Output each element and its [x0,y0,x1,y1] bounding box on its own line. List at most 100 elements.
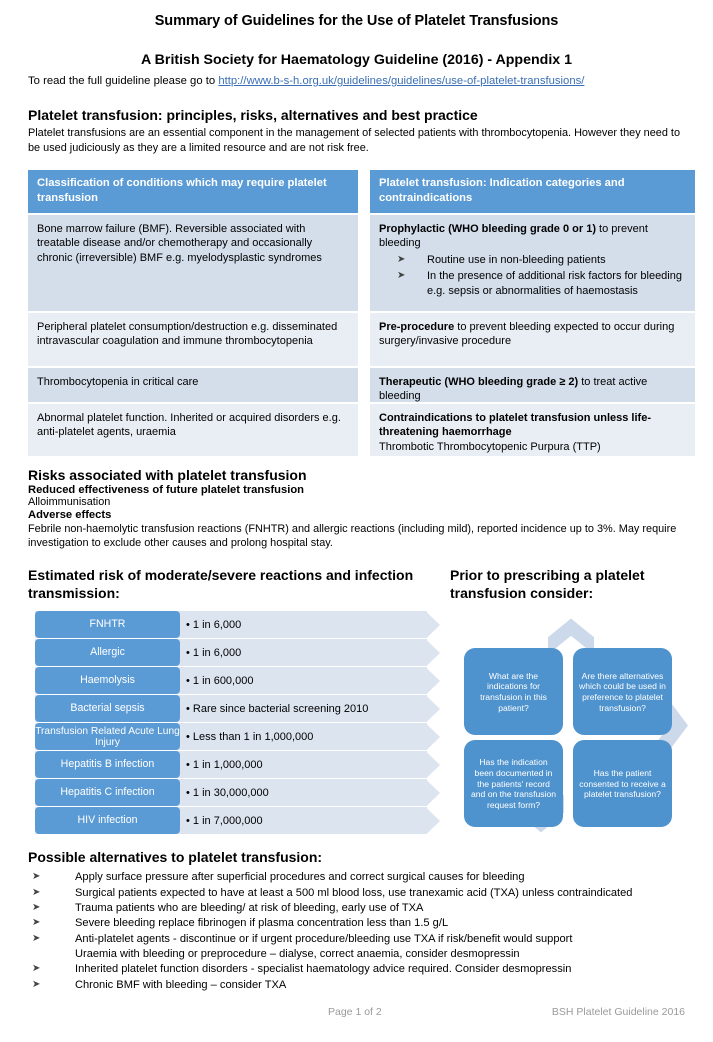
risk-arrow-row: Haemolysis • 1 in 600,000 [28,667,440,695]
risk-value: • 1 in 1,000,000 [186,758,263,771]
row-sublist: ➤ Routine use in non-bleeding patients ➤ I… [379,253,686,298]
list-item: ➤ Inherited platelet function disorders -… [28,962,685,977]
arrow-bullet-icon: ➤ [32,871,41,883]
page-footer: Page 1 of 2 BSH Platelet Guideline 2016 [28,1006,685,1018]
row-subtext: Thrombotic Thrombocytopenic Purpura (TTP… [379,441,601,454]
cycle-diagram: What are the indications for transfusion… [456,616,688,833]
link-prefix-text: To read the full guideline please go to [28,75,219,87]
alternatives-heading: Possible alternatives to platelet transf… [28,849,323,866]
risk-value: • Less than 1 in 1,000,000 [186,730,314,743]
list-item-label: Chronic BMF with bleeding – consider TXA [75,978,287,991]
risk-label: HIV infection [35,807,180,835]
risk-arrow-row: HIV infection • 1 in 7,000,000 [28,807,440,835]
risks-heading: Risks associated with platelet transfusi… [28,466,307,483]
table-row: Contraindications to platelet transfusio… [370,401,695,456]
guideline-link-line: To read the full guideline please go to … [28,68,685,88]
table-row: Pre-procedure to prevent bleeding expect… [370,310,695,366]
risk-value: • 1 in 6,000 [186,646,242,659]
arrow-tip-icon [426,611,440,639]
list-item: ➤ Surgical patients expected to have at l… [28,886,685,901]
footer-source-label: BSH Platelet Guideline 2016 [551,1006,685,1018]
risks-bold-1: Reduced effectiveness of future platelet… [28,483,305,496]
risk-label: Haemolysis [35,667,180,695]
row-bold-lead: Therapeutic (WHO bleeding grade ≥ 2) [379,375,579,388]
risk-label: Transfusion Related Acute Lung Injury [35,723,180,751]
table-row: Thrombocytopenia in critical care [28,365,358,402]
row-bold-lead: Contraindications to platelet transfusio… [379,411,651,439]
table-header-left: Classification of conditions which may r… [28,168,358,213]
list-item-label: Uraemia with bleeding or preprocedure – … [75,947,520,960]
row-bold-lead: Pre-procedure [379,320,455,333]
risk-arrow-row: Bacterial sepsis • Rare since bacterial … [28,695,440,723]
arrow-bullet-icon: ➤ [32,886,41,898]
risks-normal-1: Alloimmunisation [28,495,111,508]
cycle-box-consent: Has the patient consented to receive a p… [573,740,672,828]
arrow-tip-icon [426,667,440,695]
risk-label: FNHTR [35,611,180,639]
document-page: Summary of Guidelines for the Use of Pla… [0,0,713,1042]
table-row: Therapeutic (WHO bleeding grade ≥ 2) to … [370,365,695,402]
guideline-url-link[interactable]: http://www.b-s-h.org.uk/guidelines/guide… [218,75,584,87]
risk-label: Hepatitis C infection [35,779,180,807]
arrow-bullet-icon: ➤ [32,932,41,944]
list-item: Uraemia with bleeding or preprocedure – … [28,947,685,962]
cycle-box-documentation: Has the indication been documented in th… [464,740,563,828]
risk-value: • 1 in 600,000 [186,674,254,687]
risk-value: • 1 in 30,000,000 [186,786,269,799]
risks-paragraph: Febrile non-haemolytic transfusion react… [28,522,677,550]
cycle-box-alternatives: Are there alternatives which could be us… [573,648,672,736]
table-column-right: Platelet transfusion: Indication categor… [370,168,695,456]
list-item: ➤ Severe bleeding replace fibrinogen if p… [28,916,685,931]
risk-value: • Rare since bacterial screening 2010 [186,702,369,715]
estimated-risk-heading: Estimated risk of moderate/severe reacti… [28,566,414,601]
risks-bold-2: Adverse effects [28,508,112,521]
table-column-left: Classification of conditions which may r… [28,168,358,456]
table-row: Prophylactic (WHO bleeding grade 0 or 1)… [370,212,695,311]
list-item-label: Routine use in non-bleeding patients [427,254,606,267]
table-header-right: Platelet transfusion: Indication categor… [370,168,695,213]
arrow-bullet-icon: ➤ [397,254,406,266]
arrow-bullet-icon: ➤ [32,902,41,914]
risk-arrow-chart: FNHTR • 1 in 6,000 Allergic • 1 in 6,000… [28,611,440,835]
list-item: ➤ Trauma patients who are bleeding/ at ri… [28,901,685,916]
arrow-tip-icon [426,723,440,751]
list-item: ➤ Apply surface pressure after superficia… [28,870,685,885]
table-row: Bone marrow failure (BMF). Reversible as… [28,212,358,311]
arrow-tip-icon [426,639,440,667]
list-item-label: Inherited platelet function disorders - … [75,963,572,976]
cycle-box-indications: What are the indications for transfusion… [464,648,563,736]
risk-label: Allergic [35,639,180,667]
table-row: Abnormal platelet function. Inherited or… [28,401,358,456]
footer-page-number: Page 1 of 2 [328,1006,382,1018]
risk-arrow-row: Hepatitis C infection • 1 in 30,000,000 [28,779,440,807]
arrow-bullet-icon: ➤ [397,269,406,281]
list-item: ➤ Chronic BMF with bleeding – consider TX… [28,978,685,993]
cycle-panel: Prior to prescribing a platelet transfus… [450,567,688,836]
risk-arrow-row: Hepatitis B infection • 1 in 1,000,000 [28,751,440,779]
risk-arrow-row: Allergic • 1 in 6,000 [28,639,440,667]
list-item-label: Trauma patients who are bleeding/ at ris… [75,902,424,915]
list-item: ➤ In the presence of additional risk fact… [379,269,686,298]
list-item-label: Apply surface pressure after superficial… [75,871,525,884]
arrow-tip-icon [426,751,440,779]
conditions-indications-table: Classification of conditions which may r… [28,168,695,456]
page-title: Summary of Guidelines for the Use of Pla… [154,13,559,29]
arrow-bullet-icon: ➤ [32,963,41,975]
arrow-bullet-icon: ➤ [32,978,41,990]
lower-section: Estimated risk of moderate/severe reacti… [28,567,688,836]
list-item-label: Surgical patients expected to have at le… [75,886,633,899]
risk-label: Bacterial sepsis [35,695,180,723]
alternatives-list: ➤ Apply surface pressure after superficia… [28,870,685,992]
risk-label: Hepatitis B infection [35,751,180,779]
cycle-heading: Prior to prescribing a platelet transfus… [450,566,645,601]
arrow-tip-icon [426,695,440,723]
list-item: ➤ Anti-platelet agents - discontinue or i… [28,932,685,947]
arrow-bullet-icon: ➤ [32,917,41,929]
arrow-tip-icon [426,779,440,807]
list-item-label: Anti-platelet agents - discontinue or if… [75,932,573,945]
risk-arrow-row: Transfusion Related Acute Lung Injury • … [28,723,440,751]
list-item-label: In the presence of additional risk facto… [427,269,682,297]
estimated-risk-panel: Estimated risk of moderate/severe reacti… [28,567,440,836]
risk-arrow-row: FNHTR • 1 in 6,000 [28,611,440,639]
page-subtitle: A British Society for Haematology Guidel… [141,52,572,68]
